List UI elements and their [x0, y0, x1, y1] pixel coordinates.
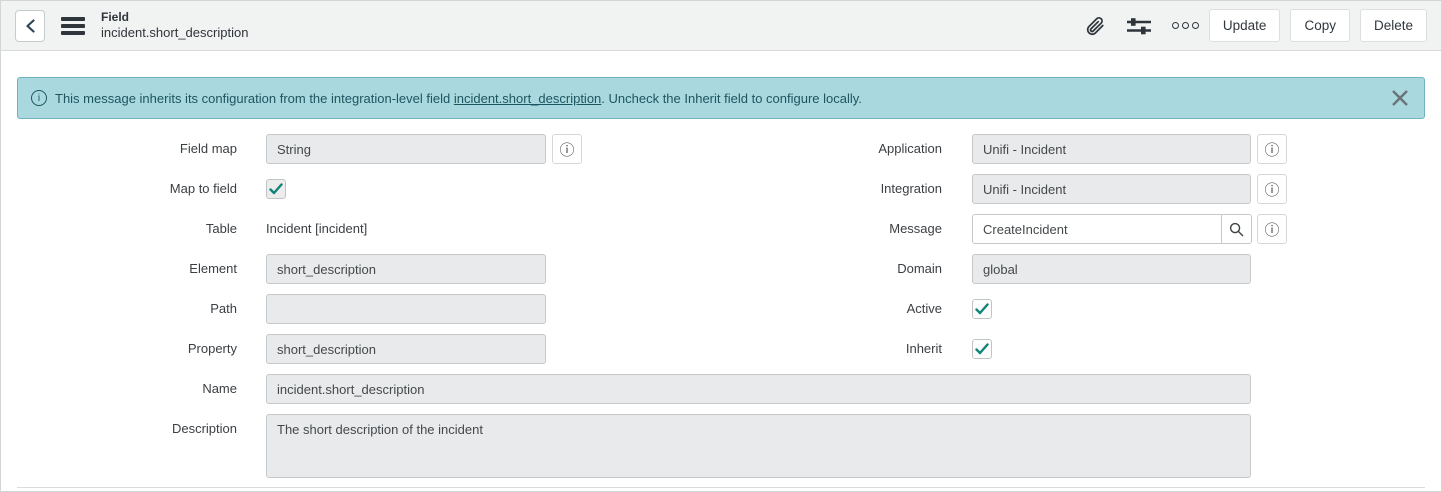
map-to-field-checkbox[interactable]: [266, 179, 286, 199]
application-input[interactable]: [972, 134, 1251, 164]
element-label: Element: [37, 254, 237, 284]
domain-input[interactable]: [972, 254, 1251, 284]
field-map-label: Field map: [37, 134, 237, 164]
inherit-checkbox[interactable]: [972, 339, 992, 359]
more-options-button[interactable]: [1172, 22, 1199, 29]
application-info-button[interactable]: ⓘ: [1257, 134, 1287, 164]
check-icon: [975, 343, 989, 355]
info-icon: ⓘ: [1264, 179, 1279, 200]
description-textarea[interactable]: The short description of the incident: [266, 414, 1251, 478]
path-input[interactable]: [266, 294, 546, 324]
context-menu-icon[interactable]: [61, 17, 85, 35]
ellipsis-icon: [1182, 22, 1189, 29]
copy-button[interactable]: Copy: [1290, 9, 1350, 42]
personalize-form-button[interactable]: [1126, 15, 1152, 37]
info-icon: ⓘ: [1264, 219, 1279, 240]
section-divider: [17, 487, 1425, 488]
property-label: Property: [37, 334, 237, 364]
search-icon: [1229, 222, 1244, 237]
attachment-button[interactable]: [1084, 15, 1106, 37]
property-input[interactable]: [266, 334, 546, 364]
back-button[interactable]: [15, 10, 45, 42]
close-icon: [1390, 88, 1410, 108]
description-label: Description: [37, 414, 237, 444]
info-circle-icon: i: [31, 90, 47, 106]
integration-info-button[interactable]: ⓘ: [1257, 174, 1287, 204]
integration-label: Integration: [742, 174, 942, 204]
paperclip-icon: [1084, 15, 1106, 37]
check-icon: [975, 303, 989, 315]
table-label: Table: [37, 214, 237, 244]
ellipsis-icon: [1192, 22, 1199, 29]
update-button[interactable]: Update: [1209, 9, 1281, 42]
delete-button[interactable]: Delete: [1360, 9, 1427, 42]
info-icon: ⓘ: [559, 139, 574, 160]
name-label: Name: [37, 374, 237, 404]
map-to-field-label: Map to field: [37, 174, 237, 204]
message-info-button[interactable]: ⓘ: [1257, 214, 1287, 244]
application-label: Application: [742, 134, 942, 164]
name-input[interactable]: [266, 374, 1251, 404]
path-label: Path: [37, 294, 237, 324]
message-label: Message: [742, 214, 942, 244]
banner-field-link[interactable]: incident.short_description: [454, 91, 601, 106]
domain-label: Domain: [742, 254, 942, 284]
banner-close-button[interactable]: [1388, 86, 1412, 110]
element-input[interactable]: [266, 254, 546, 284]
active-label: Active: [742, 294, 942, 324]
record-title: Field incident.short_description: [101, 10, 248, 41]
active-checkbox[interactable]: [972, 299, 992, 319]
integration-input[interactable]: [972, 174, 1251, 204]
field-map-input[interactable]: [266, 134, 546, 164]
check-icon: [269, 183, 283, 195]
table-value: Incident [incident]: [266, 214, 367, 244]
message-input[interactable]: [972, 214, 1222, 244]
page-title: Field: [101, 10, 248, 25]
inherit-label: Inherit: [742, 334, 942, 364]
ellipsis-icon: [1172, 22, 1179, 29]
field-record-window: Field incident.short_description Update …: [0, 0, 1442, 492]
form-header: Field incident.short_description Update …: [1, 1, 1441, 51]
message-lookup-button[interactable]: [1221, 214, 1252, 244]
banner-text: This message inherits its configuration …: [55, 91, 862, 106]
inherit-info-banner: i This message inherits its configuratio…: [17, 77, 1425, 119]
sliders-icon: [1126, 15, 1152, 37]
info-icon: ⓘ: [1264, 139, 1279, 160]
chevron-left-icon: [25, 19, 36, 33]
field-map-info-button[interactable]: ⓘ: [552, 134, 582, 164]
page-subtitle: incident.short_description: [101, 25, 248, 41]
